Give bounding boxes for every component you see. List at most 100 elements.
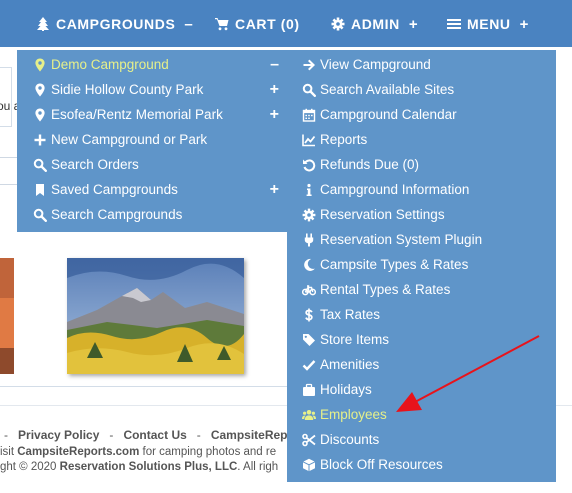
submenu-item-label: Reservation Settings [320,207,445,222]
expand-icon[interactable]: + [270,181,279,199]
submenu-item-label: Block Off Resources [320,457,443,472]
suitcase-icon [303,383,315,396]
plug-icon [304,233,314,246]
campground-menu-search-campgrounds[interactable]: Search Campgrounds [17,202,289,227]
nav-cart[interactable]: CART (0) [215,15,300,33]
nav-admin[interactable]: ADMIN + [331,15,418,33]
footer-text: for camping photos and re [139,446,277,458]
campground-menu-new-campground-or-park[interactable]: New Campground or Park [17,127,289,152]
submenu-item-label: Store Items [320,332,390,347]
campground-menu-saved-campgrounds[interactable]: Saved Campgrounds + [17,177,289,202]
privacy-policy-link[interactable]: Privacy Policy [18,428,99,442]
footer-separator: - [196,428,201,442]
cart-icon [215,18,229,31]
campground-menu-demo-campground[interactable]: Demo Campground – [17,52,289,77]
check-icon [302,359,316,371]
submenu-item-label: Holidays [320,382,372,397]
arrow-right-icon [303,59,315,70]
company-name: Reservation Solutions Plus, LLC [59,461,238,473]
moon-icon [304,258,315,271]
contact-us-link[interactable]: Contact Us [123,428,186,442]
campground-menu-sidie-hollow-county-park[interactable]: Sidie Hollow County Park + [17,77,289,102]
submenu-rental-types-rates[interactable]: Rental Types & Rates [287,277,556,302]
submenu-store-items[interactable]: Store Items [287,327,556,352]
nav-campgrounds-label: CAMPGROUNDS [56,16,176,32]
submenu-campground-information[interactable]: Campground Information [287,177,556,202]
tags-icon [303,333,315,346]
submenu-item-label: Reports [320,132,368,147]
footer-text: ght © 2020 [0,461,60,473]
content-panel [0,67,12,127]
footer-separator: - [4,428,8,442]
submenu-refunds-due-0[interactable]: Refunds Due (0) [287,152,556,177]
campground-menu-search-orders[interactable]: Search Orders [17,152,289,177]
plus-icon [34,134,46,145]
submenu-item-label: Amenities [320,357,380,372]
campsitereports-site-link[interactable]: CampsiteReports.com [17,446,139,458]
search-icon [33,208,47,222]
top-navigation-bar: CAMPGROUNDS – CART (0) ADMIN + MENU + [0,0,572,47]
nav-menu[interactable]: MENU + [447,15,529,33]
nav-admin-label: ADMIN [351,16,400,32]
submenu-item-label: Refunds Due (0) [320,157,420,172]
photo-red-rock [0,258,14,374]
collapse-icon: – [184,15,194,33]
campground-menu-item-label: Search Orders [51,157,139,172]
submenu-reservation-settings[interactable]: Reservation Settings [287,202,556,227]
nav-campgrounds[interactable]: CAMPGROUNDS – [36,15,193,33]
bicycle-icon [302,284,316,295]
footer-text: . All righ [237,461,279,473]
gear-icon [302,208,316,221]
campground-menu-esofea-rentz-memorial-park[interactable]: Esofea/Rentz Memorial Park + [17,102,289,127]
chart-icon [302,134,316,146]
submenu-item-label: Tax Rates [320,307,381,322]
map-marker-icon [35,83,45,96]
nav-menu-label: MENU [467,16,511,32]
submenu-item-label: Search Available Sites [320,82,455,97]
submenu-reservation-system-plugin[interactable]: Reservation System Plugin [287,227,556,252]
submenu-item-label: View Campground [320,57,431,72]
submenu-tax-rates[interactable]: Tax Rates [287,302,556,327]
campground-menu-item-label: Esofea/Rentz Memorial Park [51,107,223,122]
footer-copyright: ght © 2020 Reservation Solutions Plus, L… [0,461,278,473]
campground-menu-item-label: Demo Campground [51,57,169,72]
submenu-search-available-sites[interactable]: Search Available Sites [287,77,556,102]
submenu-item-label: Campsite Types & Rates [320,257,469,272]
campgrounds-dropdown: Demo Campground – Sidie Hollow County Park… [17,50,289,232]
footer-text: isit [0,446,18,458]
undo-icon [303,158,316,171]
photo-mountain-aspens [67,258,244,374]
users-icon [302,409,316,420]
cube-icon [302,458,316,471]
search-icon [302,83,316,97]
submenu-amenities[interactable]: Amenities [287,352,556,377]
footer-separator: - [109,428,114,442]
submenu-employees[interactable]: Employees [287,402,556,427]
submenu-view-campground[interactable]: View Campground [287,52,556,77]
submenu-holidays[interactable]: Holidays [287,377,556,402]
expand-icon: + [408,15,419,33]
nav-cart-label: CART (0) [235,16,300,32]
submenu-discounts[interactable]: Discounts [287,427,556,452]
submenu-item-label: Campground Information [320,182,470,197]
campground-submenu: View Campground Search Available Sites Cam… [287,50,556,482]
bookmark-icon [36,183,44,196]
dollar-icon [305,308,313,321]
submenu-campground-calendar[interactable]: Campground Calendar [287,102,556,127]
submenu-item-label: Discounts [320,432,380,447]
campground-menu-item-label: New Campground or Park [51,132,208,147]
campground-menu-item-label: Search Campgrounds [51,207,183,222]
scissors-icon [302,433,316,446]
expand-icon[interactable]: + [270,106,279,124]
expand-icon[interactable]: + [270,81,279,99]
campground-menu-item-label: Saved Campgrounds [51,182,178,197]
submenu-item-label: Reservation System Plugin [320,232,483,247]
submenu-campsite-types-rates[interactable]: Campsite Types & Rates [287,252,556,277]
footer-line-2: isit CampsiteReports.com for camping pho… [0,446,276,458]
collapse-icon[interactable]: – [270,56,279,74]
map-marker-icon [35,58,45,71]
submenu-item-label: Rental Types & Rates [320,282,451,297]
submenu-reports[interactable]: Reports [287,127,556,152]
info-icon [306,183,312,196]
submenu-block-off-resources[interactable]: Block Off Resources [287,452,556,477]
